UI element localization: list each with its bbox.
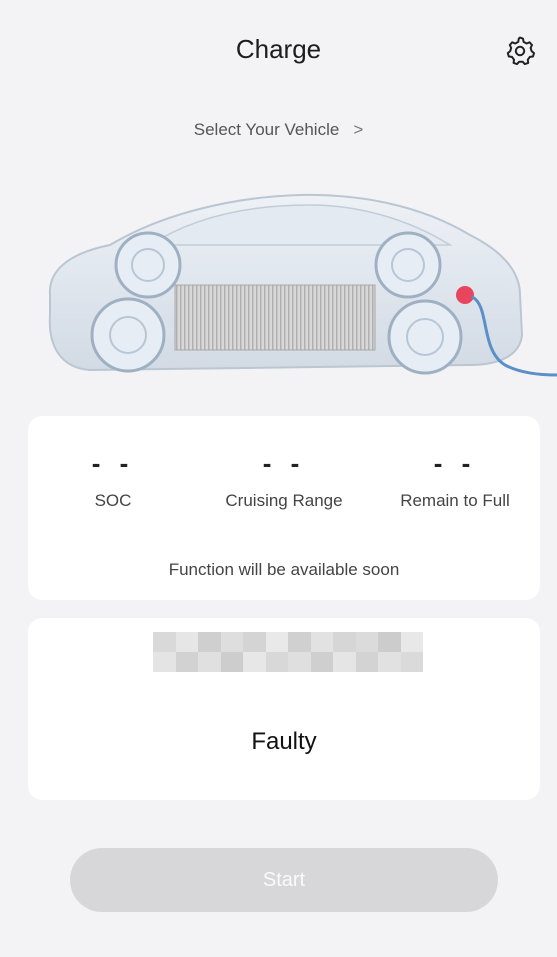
wheel [90,297,166,373]
metric-label: SOC [94,491,132,510]
metric-remain-to-full: - - Remain to Full [370,448,540,511]
metric-value: - - [262,448,306,478]
wheel [387,299,463,375]
metric-cruising-range: - - Cruising Range [199,448,369,511]
page-title: Charge [235,34,322,64]
metric-value: - - [91,448,135,478]
wheel [114,231,182,299]
select-vehicle-label: Select Your Vehicle [193,120,340,139]
chevron-right-icon: > [353,120,364,139]
charge-port [456,286,474,304]
metric-value: - - [433,448,477,478]
charging-metrics-card: - - SOC - - Cruising Range - - Remain to… [28,416,540,600]
metric-label: Remain to Full [400,491,510,510]
metric-soc: - - SOC [28,448,198,511]
redacted-text [153,632,423,672]
availability-notice: Function will be available soon [168,560,400,579]
vehicle-illustration [48,193,557,377]
wheel [374,231,442,299]
charger-status-card: Faulty [28,618,540,800]
select-vehicle-link[interactable]: Select Your Vehicle > [0,120,557,140]
metric-label: Cruising Range [225,491,343,510]
header: Charge [0,0,557,100]
start-charging-button[interactable]: Start [70,848,498,912]
gear-icon[interactable] [505,36,535,66]
battery-pack [174,284,376,351]
charger-status-text: Faulty [251,728,317,755]
